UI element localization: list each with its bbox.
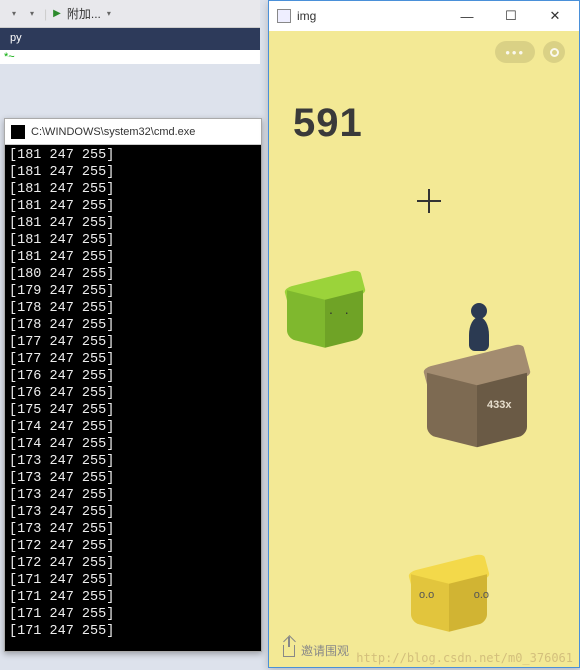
attach-button[interactable]: 附加... xyxy=(67,5,101,22)
invite-label: 邀请围观 xyxy=(301,642,349,659)
score-display: 591 xyxy=(293,101,363,146)
vs-tab-bar: py xyxy=(0,28,260,50)
cube-badge: 433x xyxy=(487,399,511,411)
img-window: img — ☐ ✕ ••• 591 . . xyxy=(268,0,580,668)
cmd-title-text: C:\WINDOWS\system32\cmd.exe xyxy=(31,126,195,138)
chevron-down-icon: ▾ xyxy=(30,9,34,18)
maximize-button[interactable]: ☐ xyxy=(489,2,533,30)
img-title-text: img xyxy=(297,9,316,23)
minimize-button[interactable]: — xyxy=(445,2,489,30)
play-icon: ▶ xyxy=(53,8,61,19)
close-button[interactable]: ✕ xyxy=(533,2,577,30)
vs-dropdown-1[interactable]: ▾ xyxy=(8,7,20,20)
game-top-controls: ••• xyxy=(495,41,565,63)
vs-dropdown-2[interactable]: ▾ xyxy=(26,7,38,20)
crosshair-icon xyxy=(417,189,441,213)
editor-marker: *~ xyxy=(4,51,15,63)
cmd-icon xyxy=(11,125,25,139)
window-controls: — ☐ ✕ xyxy=(445,2,577,30)
app-icon xyxy=(277,9,291,23)
yellow-cube-faces: o.oo.o xyxy=(419,589,489,601)
tab-label[interactable]: py xyxy=(10,32,22,44)
cmd-output: [181 247 255] [181 247 255] [181 247 255… xyxy=(5,145,261,642)
menu-button[interactable]: ••• xyxy=(495,41,535,63)
vs-editor-strip: *~ xyxy=(0,50,260,64)
yellow-cube: o.oo.o xyxy=(411,553,487,629)
brown-cube: 433x xyxy=(427,343,527,443)
separator: | xyxy=(44,7,47,21)
target-icon xyxy=(550,48,559,57)
invite-button[interactable]: 邀请围观 xyxy=(283,642,349,659)
target-button[interactable] xyxy=(543,41,565,63)
green-cube-face: . . xyxy=(329,301,353,317)
cmd-titlebar[interactable]: C:\WINDOWS\system32\cmd.exe xyxy=(5,119,261,145)
chevron-down-icon: ▾ xyxy=(107,9,111,18)
share-icon xyxy=(283,645,295,657)
watermark-text: http://blog.csdn.net/m0_376061 xyxy=(356,651,573,665)
green-cube: . . xyxy=(287,269,363,345)
game-viewport: ••• 591 . . 433x o.oo.o xyxy=(269,31,579,667)
cmd-window: C:\WINDOWS\system32\cmd.exe [181 247 255… xyxy=(4,118,262,652)
chevron-down-icon: ▾ xyxy=(12,9,16,18)
vs-toolbar: ▾ ▾ | ▶ 附加... ▾ xyxy=(0,0,260,28)
img-titlebar[interactable]: img — ☐ ✕ xyxy=(269,1,579,31)
